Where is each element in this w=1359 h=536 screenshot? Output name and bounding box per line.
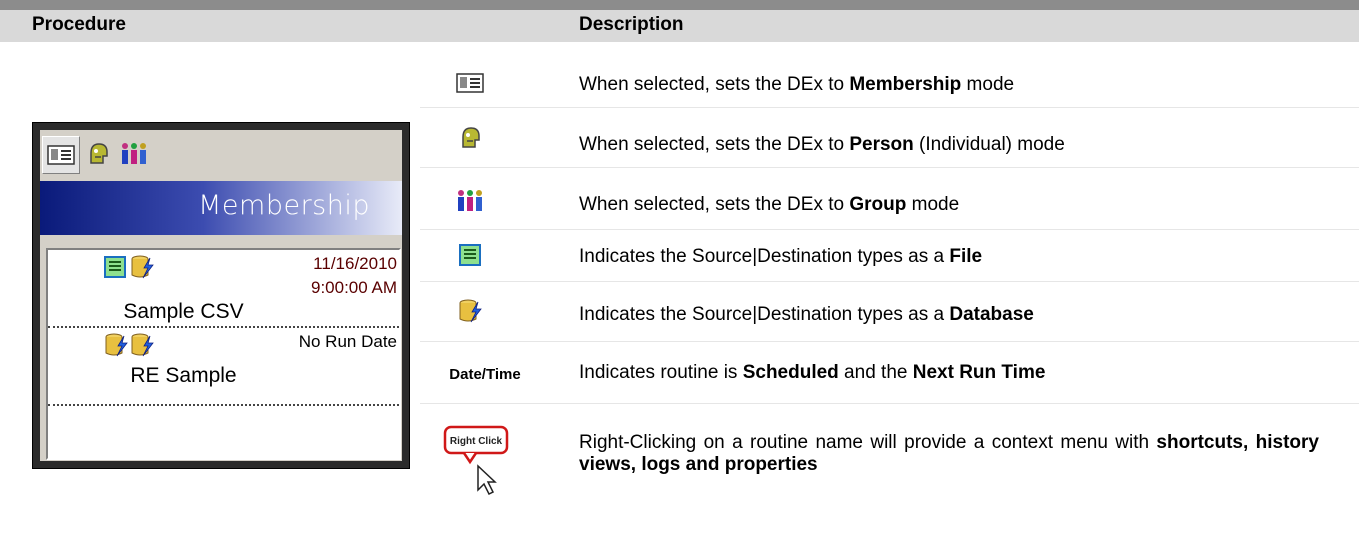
- legend-row: Right Click Right-Clicking on a routine …: [420, 404, 1359, 504]
- desc-text: When selected, sets the DEx to: [579, 134, 850, 155]
- database-icon: [131, 333, 154, 357]
- legend-row: When selected, sets the DEx to Group mod…: [420, 168, 1359, 230]
- legend-row: Indicates the Source|Destination types a…: [420, 282, 1359, 342]
- database-icon: [131, 255, 154, 279]
- desc-text: When selected, sets the DEx to: [579, 194, 850, 215]
- legend-row: When selected, sets the DEx to Person (I…: [420, 108, 1359, 168]
- desc-text: Indicates routine is: [579, 362, 743, 383]
- row-description: When selected, sets the DEx to Person (I…: [579, 134, 1065, 156]
- desc-text: mode: [961, 74, 1015, 95]
- row-description: When selected, sets the DEx to Membershi…: [579, 74, 1014, 96]
- row-description: Indicates the Source|Destination types a…: [579, 246, 982, 268]
- desc-text: (Individual) mode: [913, 134, 1065, 155]
- person-icon: [462, 127, 480, 148]
- legend-row: Date/Time Indicates routine is Scheduled…: [420, 342, 1359, 404]
- date-time-label: Date/Time: [449, 365, 521, 383]
- table-header: Procedure Description: [0, 10, 1359, 42]
- membership-mode-button[interactable]: [42, 136, 80, 174]
- legend-row: Indicates the Source|Destination types a…: [420, 230, 1359, 282]
- icon-cell: Right Click: [442, 424, 512, 500]
- row-description: Indicates the Source|Destination types a…: [579, 304, 1034, 326]
- dex-panel: Membership 11/16/2010 9:00:00 AM Sample …: [32, 122, 410, 469]
- icon-cell: [450, 123, 490, 153]
- mode-label: Membership: [198, 190, 370, 221]
- routine-name[interactable]: Sample CSV: [8, 300, 359, 324]
- desc-text: and the: [838, 362, 913, 383]
- desc-text: Indicates the Source|Destination types a…: [579, 246, 950, 267]
- person-mode-button[interactable]: [80, 136, 116, 172]
- file-icon: [459, 244, 481, 266]
- row-description: Indicates routine is Scheduled and the N…: [579, 362, 1045, 384]
- legend-row: When selected, sets the DEx to Membershi…: [420, 58, 1359, 108]
- database-icon: [459, 299, 482, 323]
- desc-bold: Database: [949, 304, 1034, 325]
- routine-name[interactable]: RE Sample: [8, 364, 359, 388]
- group-icon: [458, 190, 482, 211]
- group-mode-button[interactable]: [116, 136, 152, 172]
- description-heading: Description: [579, 14, 684, 35]
- desc-text: When selected, sets the DEx to: [579, 74, 850, 95]
- desc-text: Indicates the Source|Destination types a…: [579, 304, 950, 325]
- desc-text: mode: [906, 194, 960, 215]
- desc-bold: Person: [849, 134, 914, 155]
- person-icon: [90, 143, 108, 164]
- icon-cell: [450, 70, 490, 96]
- database-icon: [105, 333, 128, 357]
- routine-next-run-date: 11/16/2010: [313, 254, 397, 273]
- routine-next-run-time: 9:00:00 AM: [310, 278, 397, 297]
- routine-list[interactable]: 11/16/2010 9:00:00 AM Sample CSV No Run …: [46, 248, 401, 460]
- file-icon: [104, 256, 126, 278]
- routine-item[interactable]: No Run Date RE Sample: [48, 328, 399, 406]
- desc-text: Right-Clicking on a routine name will pr…: [579, 432, 1157, 453]
- right-click-icon: Right Click: [443, 425, 509, 496]
- procedure-heading: Procedure: [32, 14, 126, 35]
- desc-bold: File: [949, 246, 983, 267]
- group-icon: [122, 143, 146, 164]
- desc-bold: Next Run Time: [912, 362, 1046, 383]
- desc-bold: Scheduled: [742, 362, 839, 383]
- top-rule: [0, 0, 1359, 10]
- row-description: When selected, sets the DEx to Group mod…: [579, 194, 959, 216]
- membership-icon: [456, 73, 484, 93]
- desc-bold: Membership: [849, 74, 962, 95]
- right-click-text: Right Click: [450, 436, 503, 447]
- row-description: Right-Clicking on a routine name will pr…: [579, 432, 1319, 476]
- routine-item[interactable]: 11/16/2010 9:00:00 AM Sample CSV: [48, 250, 399, 328]
- icon-cell: [450, 186, 490, 216]
- desc-bold: Group: [849, 194, 907, 215]
- membership-icon: [47, 145, 75, 165]
- routine-next-run-date: No Run Date: [298, 332, 397, 351]
- dex-panel-body: Membership 11/16/2010 9:00:00 AM Sample …: [40, 130, 402, 461]
- icon-cell: [450, 297, 490, 325]
- mode-banner: Membership: [40, 181, 402, 235]
- icon-cell: [450, 242, 490, 268]
